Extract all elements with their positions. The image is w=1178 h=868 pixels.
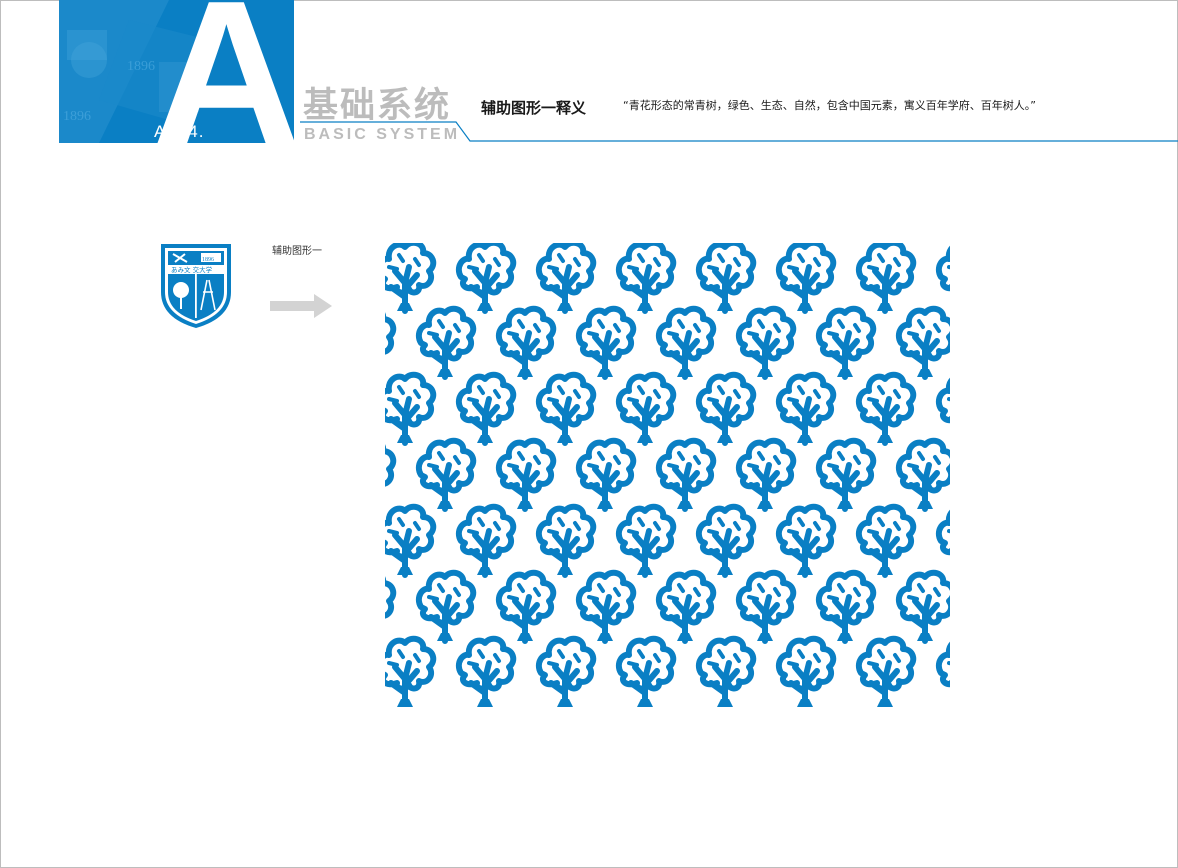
emblem-year: 1896 <box>202 257 214 263</box>
section-description: “青花形态的常青树，绿色、生态、自然，包含中国元素，寓义百年学府、百年树人。” <box>623 99 1036 112</box>
header-rule <box>300 121 1178 142</box>
section-title: 辅助图形一释义 <box>481 99 587 117</box>
arrow-right-icon <box>270 294 332 318</box>
svg-text:あみ文 交大学: あみ文 交大学 <box>171 265 213 274</box>
tree-pattern-icon <box>385 243 950 707</box>
tree-pattern <box>385 243 950 707</box>
figure-label: 辅助图形一 <box>272 246 322 257</box>
university-emblem-icon: あみ文 交大学 1896 <box>161 244 231 328</box>
